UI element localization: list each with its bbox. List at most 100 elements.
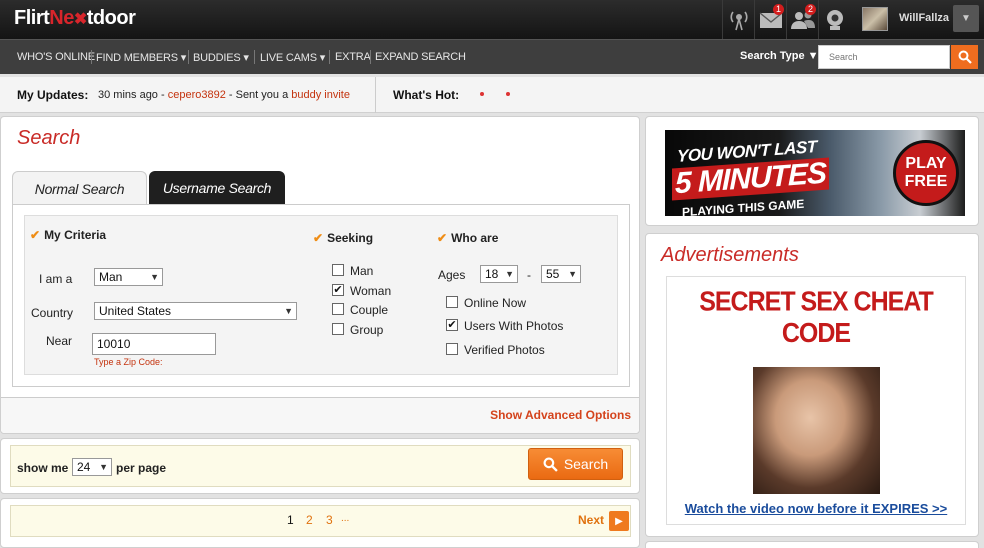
advanced-options-bar: Show Advanced Options	[1, 397, 639, 433]
nav-separator	[370, 50, 371, 64]
seeking-man-label: Man	[350, 264, 374, 278]
advertisements-panel: Advertisements SECRET SEX CHEAT CODE Wat…	[645, 233, 979, 537]
chevron-down-icon: ▼	[150, 272, 159, 282]
search-type-dropdown[interactable]: Search Type ▼	[740, 50, 819, 62]
hot-indicator-dot[interactable]	[506, 92, 510, 96]
page-ellipsis: ...	[341, 513, 350, 524]
ad-video-link[interactable]: Watch the video now before it EXPIRES >>	[667, 501, 965, 516]
nav-separator	[91, 50, 92, 64]
pagination-panel: 1 2 3 ... Next ▶	[0, 498, 640, 548]
seeking-heading: ✔ Seeking	[313, 231, 374, 245]
friends-icon[interactable]: 2	[786, 0, 818, 39]
ad-box[interactable]: SECRET SEX CHEAT CODE Watch the video no…	[666, 276, 966, 525]
nav-search-button[interactable]	[951, 45, 978, 69]
nav-search-input[interactable]	[818, 45, 950, 69]
advertisements-title: Advertisements	[661, 244, 799, 266]
panel-edge	[645, 541, 979, 548]
update-user-link[interactable]: cepero3892	[168, 89, 226, 101]
country-select[interactable]: United States ▼	[94, 302, 297, 320]
chevron-down-icon: ▼	[568, 269, 577, 279]
checkmark-icon: ✔	[313, 231, 324, 245]
arrow-right-icon: ▶	[615, 515, 623, 527]
nav-find-members[interactable]: FIND MEMBERS ▾	[96, 51, 186, 64]
ad-photo[interactable]	[753, 367, 880, 494]
nav-separator	[329, 50, 330, 64]
per-page-label: per page	[116, 461, 167, 475]
checkmark-icon: ✔	[437, 231, 448, 245]
nav-live-cams[interactable]: LIVE CAMS ▾	[260, 51, 325, 64]
tab-normal-search[interactable]: Normal Search	[12, 171, 147, 205]
i-am-select[interactable]: Man ▼	[94, 268, 163, 286]
banner-line-3: PLAYING THIS GAME	[682, 196, 805, 216]
zip-hint: Type a Zip Code:	[94, 357, 163, 367]
zip-input[interactable]: 10010	[92, 333, 216, 355]
age-max-select[interactable]: 55 ▼	[541, 265, 581, 283]
heart-icon: ✖	[73, 11, 87, 28]
verified-photos-label: Verified Photos	[464, 343, 545, 357]
online-now-label: Online Now	[464, 296, 527, 310]
users-with-photos-checkbox[interactable]: ✔	[446, 319, 458, 331]
show-me-label: show me	[17, 461, 69, 475]
search-icon	[543, 457, 558, 472]
seeking-man-checkbox[interactable]	[332, 264, 344, 276]
nav-expand-search[interactable]: EXPAND SEARCH	[375, 51, 466, 63]
seeking-woman-label: Woman	[350, 284, 392, 298]
nav-extra[interactable]: EXTRA	[335, 51, 371, 63]
mail-badge: 1	[773, 4, 784, 15]
signal-icon[interactable]	[722, 0, 754, 39]
webcam-icon[interactable]	[818, 0, 850, 39]
search-icon	[958, 50, 972, 64]
checkmark-icon: ✔	[30, 228, 41, 242]
chevron-down-icon: ▼	[961, 13, 971, 24]
age-min-select[interactable]: 18 ▼	[480, 265, 518, 283]
next-page-button[interactable]: ▶	[609, 511, 629, 531]
per-page-select[interactable]: 24 ▼	[72, 458, 112, 476]
user-menu-dropdown[interactable]: ▼	[953, 5, 979, 32]
seeking-couple-checkbox[interactable]	[332, 303, 344, 315]
ages-label: Ages	[438, 268, 466, 282]
next-page-link[interactable]: Next	[578, 513, 604, 527]
chevron-down-icon: ▼	[99, 462, 108, 472]
page-link-current[interactable]: 1	[287, 513, 294, 527]
who-are-heading: ✔ Who are	[437, 231, 499, 245]
search-panel: Search Normal Search Username Search ✔ My…	[0, 116, 640, 434]
seeking-woman-checkbox[interactable]: ✔	[332, 284, 344, 296]
chevron-down-icon: ▼	[505, 269, 514, 279]
pagination-bar: 1 2 3 ... Next ▶	[10, 505, 631, 537]
site-logo[interactable]: FlirtNe✖tdoor	[14, 7, 136, 30]
search-button[interactable]: Search	[528, 448, 623, 480]
tab-username-search[interactable]: Username Search	[149, 171, 285, 205]
show-advanced-options-link[interactable]: Show Advanced Options	[490, 408, 631, 422]
my-updates-label: My Updates:	[17, 88, 89, 102]
page-link[interactable]: 3	[326, 513, 333, 527]
nav-separator	[188, 50, 189, 64]
chevron-down-icon: ▼	[284, 306, 293, 316]
users-with-photos-label: Users With Photos	[464, 319, 564, 333]
nav-bar: WHO'S ONLINE FIND MEMBERS ▾ BUDDIES ▾ LI…	[0, 39, 984, 74]
nav-buddies[interactable]: BUDDIES ▾	[193, 51, 249, 64]
mail-icon[interactable]: 1	[754, 0, 786, 39]
age-dash: -	[527, 268, 531, 282]
update-message: 30 mins ago - cepero3892 - Sent you a bu…	[98, 89, 350, 101]
criteria-form: ✔ My Criteria I am a Man ▼ Country United …	[24, 215, 618, 375]
seeking-group-checkbox[interactable]	[332, 323, 344, 335]
play-free-button[interactable]: PLAY FREE	[893, 140, 959, 206]
hot-indicator-dot[interactable]	[480, 92, 484, 96]
criteria-box: ✔ My Criteria I am a Man ▼ Country United …	[12, 204, 630, 387]
search-title: Search	[17, 127, 81, 149]
game-banner-ad[interactable]: YOU WON'T LAST 5 MINUTES PLAYING THIS GA…	[665, 130, 965, 216]
verified-photos-checkbox[interactable]	[446, 343, 458, 355]
updates-bar: My Updates: 30 mins ago - cepero3892 - S…	[0, 77, 984, 113]
username[interactable]: WillFallza	[899, 12, 949, 24]
avatar[interactable]	[862, 7, 888, 31]
nav-whos-online[interactable]: WHO'S ONLINE	[17, 51, 95, 63]
friends-badge: 2	[805, 4, 816, 15]
nav-separator	[254, 50, 255, 64]
divider	[375, 77, 376, 113]
online-now-checkbox[interactable]	[446, 296, 458, 308]
country-label: Country	[31, 306, 74, 320]
seeking-couple-label: Couple	[350, 303, 389, 317]
seeking-group-label: Group	[350, 323, 384, 337]
page-link[interactable]: 2	[306, 513, 313, 527]
buddy-invite-link[interactable]: buddy invite	[291, 89, 350, 101]
